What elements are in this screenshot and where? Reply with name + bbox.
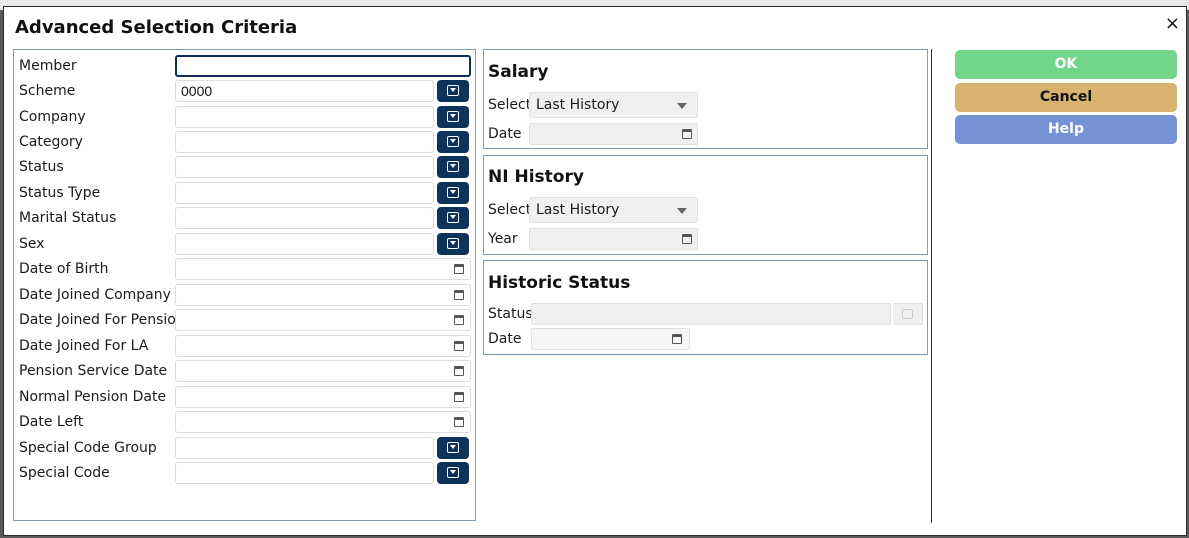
status-lookup-button[interactable]: [437, 156, 469, 178]
ni-history-select-dropdown[interactable]: Last History: [529, 197, 698, 223]
date-joined-company-input[interactable]: [175, 284, 471, 306]
chevron-down-icon: [677, 208, 687, 214]
date-left-label: Date Left: [19, 414, 84, 430]
salary-title: Salary: [488, 62, 549, 82]
calendar-icon[interactable]: [454, 392, 464, 402]
ni-history-title: NI History: [488, 167, 584, 187]
ok-button[interactable]: OK: [955, 50, 1177, 79]
date-of-birth-input[interactable]: [175, 258, 471, 280]
special-code-group-label: Special Code Group: [19, 440, 157, 456]
dropdown-box-icon: [447, 467, 459, 478]
dropdown-box-icon: [447, 111, 459, 122]
special-code-group-input[interactable]: [175, 437, 434, 459]
dialog-title: Advanced Selection Criteria: [15, 17, 298, 38]
ni-history-select-value: Last History: [536, 202, 620, 218]
ni-history-select-label: Select: [488, 202, 532, 218]
salary-select-dropdown[interactable]: Last History: [529, 92, 698, 118]
company-label: Company: [19, 109, 86, 125]
criteria-panel: Member Scheme Company Category Status St…: [13, 49, 476, 521]
vertical-divider: [931, 49, 932, 523]
dropdown-box-icon: [902, 309, 913, 319]
status-type-label: Status Type: [19, 185, 101, 201]
ni-history-year-label: Year: [488, 231, 518, 247]
historic-status-title: Historic Status: [488, 273, 631, 293]
dropdown-box-icon: [447, 212, 459, 223]
member-label: Member: [19, 58, 77, 74]
sex-label: Sex: [19, 236, 45, 252]
help-button[interactable]: Help: [955, 115, 1177, 144]
calendar-icon[interactable]: [454, 264, 464, 274]
ni-history-year-input[interactable]: [529, 228, 698, 250]
historic-status-panel: Historic Status Status Date: [483, 260, 928, 355]
salary-date-label: Date: [488, 126, 522, 142]
marital-status-input[interactable]: [175, 207, 434, 229]
historic-status-date-input[interactable]: [531, 328, 690, 350]
status-type-lookup-button[interactable]: [437, 182, 469, 204]
pension-service-date-input[interactable]: [175, 360, 471, 382]
date-joined-company-label: Date Joined Company: [19, 287, 171, 303]
normal-pension-date-input[interactable]: [175, 386, 471, 408]
dropdown-box-icon: [447, 136, 459, 147]
salary-panel: Salary Select Last History Date: [483, 49, 928, 149]
ni-history-panel: NI History Select Last History Year: [483, 155, 928, 255]
scheme-label: Scheme: [19, 83, 76, 99]
pension-service-date-label: Pension Service Date: [19, 363, 168, 379]
salary-select-value: Last History: [536, 97, 620, 113]
normal-pension-date-label: Normal Pension Date: [19, 389, 167, 405]
company-input[interactable]: [175, 106, 434, 128]
salary-select-label: Select: [488, 97, 532, 113]
company-lookup-button[interactable]: [437, 106, 469, 128]
scheme-input[interactable]: [175, 80, 434, 102]
date-joined-la-label: Date Joined For LA: [19, 338, 149, 354]
marital-status-label: Marital Status: [19, 210, 117, 226]
date-of-birth-label: Date of Birth: [19, 261, 109, 277]
calendar-icon[interactable]: [682, 129, 692, 139]
date-joined-la-input[interactable]: [175, 335, 471, 357]
category-lookup-button[interactable]: [437, 131, 469, 153]
sex-input[interactable]: [175, 233, 434, 255]
special-code-input[interactable]: [175, 462, 434, 484]
special-code-lookup-button[interactable]: [437, 462, 469, 484]
dropdown-box-icon: [447, 187, 459, 198]
chevron-down-icon: [677, 103, 687, 109]
historic-status-lookup-button[interactable]: [893, 303, 923, 325]
dropdown-box-icon: [447, 161, 459, 172]
calendar-icon[interactable]: [672, 334, 682, 344]
category-input[interactable]: [175, 131, 434, 153]
dropdown-box-icon: [447, 442, 459, 453]
status-input[interactable]: [175, 156, 434, 178]
salary-date-input[interactable]: [529, 123, 698, 145]
historic-status-status-label: Status: [488, 306, 533, 322]
advanced-selection-dialog: Advanced Selection Criteria × Member Sch…: [3, 6, 1187, 536]
close-icon[interactable]: ×: [1165, 15, 1180, 33]
dropdown-box-icon: [447, 238, 459, 249]
status-type-input[interactable]: [175, 182, 434, 204]
historic-status-date-label: Date: [488, 331, 522, 347]
member-input[interactable]: [175, 55, 471, 77]
date-joined-pension-input[interactable]: [175, 309, 471, 331]
category-label: Category: [19, 134, 83, 150]
dropdown-box-icon: [447, 85, 459, 96]
status-label: Status: [19, 159, 64, 175]
calendar-icon[interactable]: [454, 315, 464, 325]
calendar-icon[interactable]: [454, 290, 464, 300]
date-joined-pension-label: Date Joined For Pension: [19, 312, 185, 328]
date-left-input[interactable]: [175, 411, 471, 433]
scheme-lookup-button[interactable]: [437, 80, 469, 102]
calendar-icon[interactable]: [682, 234, 692, 244]
special-code-group-lookup-button[interactable]: [437, 437, 469, 459]
sex-lookup-button[interactable]: [437, 233, 469, 255]
marital-status-lookup-button[interactable]: [437, 207, 469, 229]
calendar-icon[interactable]: [454, 341, 464, 351]
cancel-button[interactable]: Cancel: [955, 83, 1177, 112]
historic-status-status-input[interactable]: [531, 303, 891, 325]
calendar-icon[interactable]: [454, 366, 464, 376]
special-code-label: Special Code: [19, 465, 110, 481]
calendar-icon[interactable]: [454, 417, 464, 427]
